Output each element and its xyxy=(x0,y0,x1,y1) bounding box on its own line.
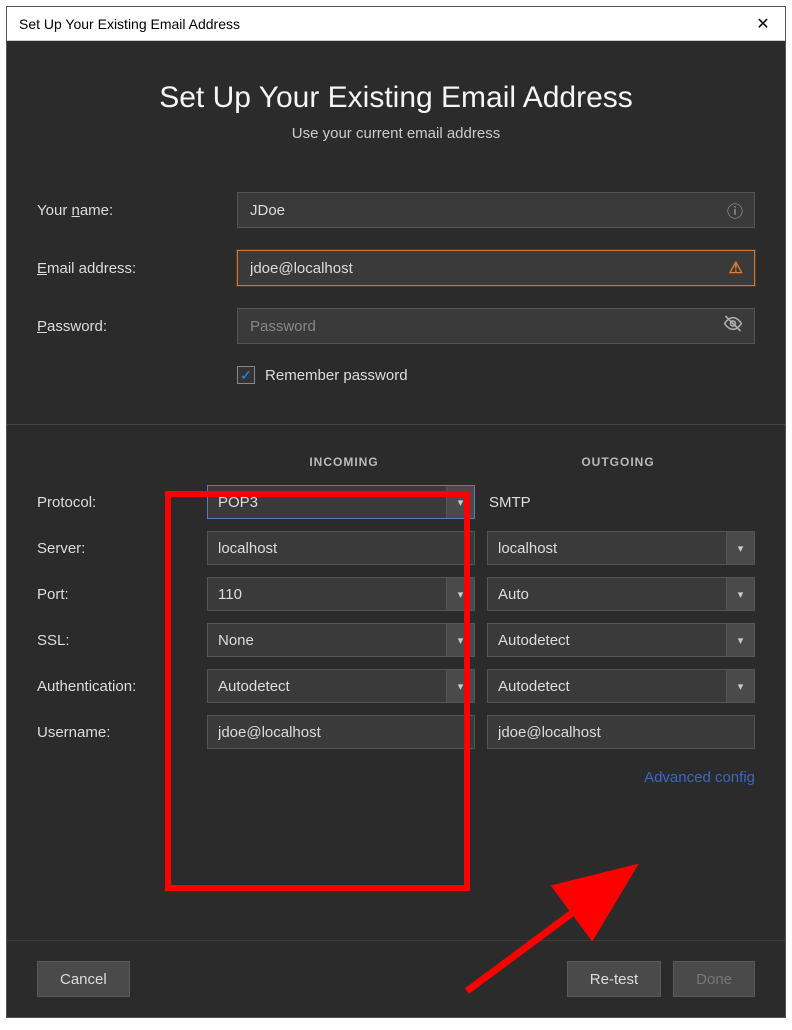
close-icon[interactable]: ✕ xyxy=(753,14,773,34)
chevron-down-icon: ▾ xyxy=(726,624,754,656)
name-label: Your name: xyxy=(37,202,237,219)
chevron-down-icon: ▾ xyxy=(446,486,474,518)
username-row: Username: xyxy=(37,715,755,749)
eye-off-icon[interactable] xyxy=(723,314,743,339)
chevron-down-icon: ▾ xyxy=(446,578,474,610)
chevron-down-icon: ▾ xyxy=(726,532,754,564)
email-input[interactable] xyxy=(237,250,755,286)
incoming-header: INCOMING xyxy=(207,455,481,469)
chevron-down-icon: ▾ xyxy=(446,670,474,702)
username-label: Username: xyxy=(37,724,195,741)
retest-button[interactable]: Re-test xyxy=(567,961,661,997)
name-input-wrap: ⓘ xyxy=(237,192,755,228)
incoming-auth-select[interactable]: Autodetect ▾ xyxy=(207,669,475,703)
outgoing-header: OUTGOING xyxy=(481,455,755,469)
chevron-down-icon: ▾ xyxy=(726,578,754,610)
name-input[interactable] xyxy=(237,192,755,228)
content-area: Set Up Your Existing Email Address Use y… xyxy=(7,41,785,1017)
outgoing-username-input[interactable] xyxy=(487,715,755,749)
incoming-username-input[interactable] xyxy=(207,715,475,749)
page-heading: Set Up Your Existing Email Address xyxy=(37,81,755,115)
password-row: Password: xyxy=(37,308,755,344)
port-row: Port: 110 ▾ Auto ▾ xyxy=(37,577,755,611)
link-row: Advanced config xyxy=(37,769,755,787)
warning-icon: ⚠ xyxy=(729,258,743,278)
email-label: Email address: xyxy=(37,260,237,277)
auth-label: Authentication: xyxy=(37,678,195,695)
chevron-down-icon: ▾ xyxy=(726,670,754,702)
password-input[interactable] xyxy=(237,308,755,344)
protocol-row: Protocol: POP3 ▾ SMTP xyxy=(37,485,755,519)
outgoing-server-combo[interactable]: localhost ▾ xyxy=(487,531,755,565)
email-row: Email address: ⚠ xyxy=(37,250,755,286)
cancel-button[interactable]: Cancel xyxy=(37,961,130,997)
incoming-protocol-select[interactable]: POP3 ▾ xyxy=(207,485,475,519)
divider xyxy=(7,424,785,425)
ssl-label: SSL: xyxy=(37,632,195,649)
name-row: Your name: ⓘ xyxy=(37,192,755,228)
done-button[interactable]: Done xyxy=(673,961,755,997)
incoming-ssl-select[interactable]: None ▾ xyxy=(207,623,475,657)
titlebar: Set Up Your Existing Email Address ✕ xyxy=(7,7,785,41)
port-label: Port: xyxy=(37,586,195,603)
chevron-down-icon: ▾ xyxy=(446,624,474,656)
server-label: Server: xyxy=(37,540,195,557)
outgoing-protocol-text: SMTP xyxy=(487,485,755,519)
button-row: Cancel Re-test Done xyxy=(7,940,785,997)
columns-header: INCOMING OUTGOING xyxy=(37,455,755,469)
outgoing-auth-select[interactable]: Autodetect ▾ xyxy=(487,669,755,703)
ssl-row: SSL: None ▾ Autodetect ▾ xyxy=(37,623,755,657)
incoming-server-input[interactable] xyxy=(207,531,475,565)
password-label: Password: xyxy=(37,318,237,335)
protocol-label: Protocol: xyxy=(37,494,195,511)
auth-row: Authentication: Autodetect ▾ Autodetect … xyxy=(37,669,755,703)
remember-label: Remember password xyxy=(265,367,408,384)
server-row: Server: localhost ▾ xyxy=(37,531,755,565)
email-input-wrap: ⚠ xyxy=(237,250,755,286)
info-icon[interactable]: ⓘ xyxy=(727,198,743,222)
window-title: Set Up Your Existing Email Address xyxy=(19,16,240,32)
page-subheading: Use your current email address xyxy=(37,125,755,142)
incoming-port-combo[interactable]: 110 ▾ xyxy=(207,577,475,611)
remember-row: ✓ Remember password xyxy=(237,366,755,384)
password-input-wrap xyxy=(237,308,755,344)
remember-checkbox[interactable]: ✓ xyxy=(237,366,255,384)
dialog-window: Set Up Your Existing Email Address ✕ Set… xyxy=(6,6,786,1018)
advanced-config-link[interactable]: Advanced config xyxy=(644,769,755,786)
outgoing-ssl-select[interactable]: Autodetect ▾ xyxy=(487,623,755,657)
outgoing-port-combo[interactable]: Auto ▾ xyxy=(487,577,755,611)
